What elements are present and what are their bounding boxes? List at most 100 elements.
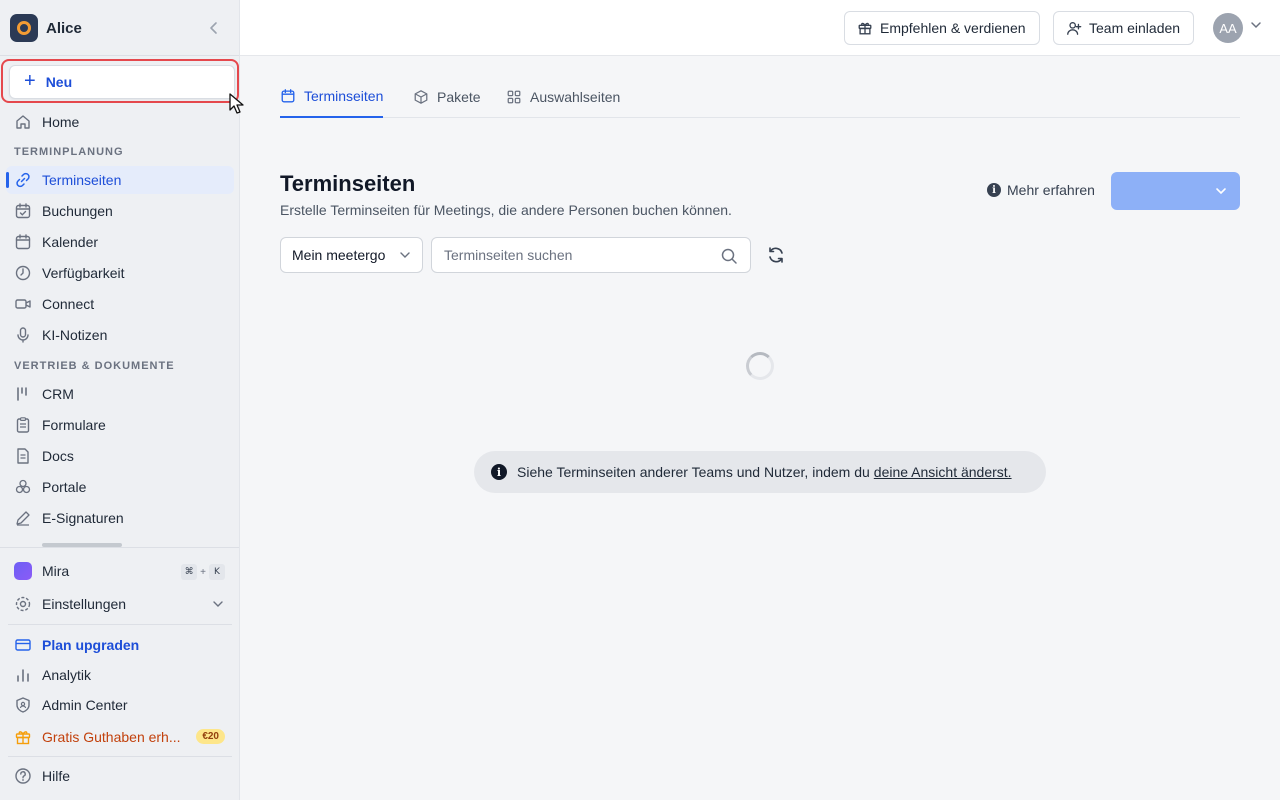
sidebar-item-label: Kalender <box>42 234 99 250</box>
plus-icon: + <box>24 70 36 92</box>
info-icon: i <box>491 464 507 480</box>
crm-icon <box>14 385 32 403</box>
tab-terminseiten[interactable]: Terminseiten <box>280 76 384 118</box>
chevron-down-icon <box>213 601 223 607</box>
sidebar-item-formulare[interactable]: Formulare <box>6 411 234 439</box>
document-icon <box>14 447 32 465</box>
sidebar-item-label: Terminseiten <box>42 172 122 188</box>
sidebar-item-label: KI-Notizen <box>42 327 108 343</box>
sidebar-item-label: Docs <box>42 448 74 464</box>
avatar[interactable]: AA <box>1213 13 1243 43</box>
calendar-icon <box>14 233 32 251</box>
workspace-switcher[interactable]: Alice <box>0 0 239 56</box>
workspace-name: Alice <box>46 19 82 37</box>
sidebar-item-ki-notizen[interactable]: KI-Notizen <box>6 321 234 349</box>
calendar-check-icon <box>14 202 32 220</box>
search-icon[interactable] <box>720 247 738 265</box>
new-button[interactable]: + Neu <box>9 65 235 99</box>
sidebar-item-einstellungen[interactable]: Einstellungen <box>6 590 234 618</box>
sidebar-item-home[interactable]: Home <box>6 108 234 136</box>
sidebar-item-label: Plan upgraden <box>42 637 140 653</box>
sidebar-item-portale[interactable]: Portale <box>6 473 234 501</box>
sidebar-item-label: Admin Center <box>42 697 128 713</box>
sidebar-item-label: Analytik <box>42 667 92 683</box>
sidebar-item-buchungen[interactable]: Buchungen <box>6 197 234 225</box>
new-button-highlight: + Neu <box>1 59 239 103</box>
video-icon <box>14 295 32 313</box>
gift-icon <box>14 728 32 746</box>
gift-icon <box>858 22 872 35</box>
sidebar-item-kalender[interactable]: Kalender <box>6 228 234 256</box>
sidebar-item-label: Home <box>42 114 80 130</box>
user-plus-icon <box>1067 22 1082 35</box>
sidebar-item-hilfe[interactable]: Hilfe <box>6 762 234 790</box>
search-input[interactable] <box>444 247 704 263</box>
tab-label: Terminseiten <box>304 88 384 104</box>
mira-shortcut: ⌘ + K <box>181 564 225 580</box>
credit-badge: €20 <box>196 729 225 744</box>
sidebar-item-terminseiten[interactable]: Terminseiten <box>6 166 234 194</box>
loading-spinner <box>746 352 774 380</box>
divider <box>8 756 232 757</box>
sidebar-item-e-signaturen[interactable]: E-Signaturen <box>6 504 234 532</box>
workspace-logo <box>10 14 38 42</box>
refresh-icon[interactable] <box>766 245 786 265</box>
sidebar-item-plan-upgraden[interactable]: Plan upgraden <box>6 631 234 659</box>
sidebar-item-label: Buchungen <box>42 203 113 219</box>
sidebar-item-label: CRM <box>42 386 74 402</box>
portal-icon <box>14 478 32 496</box>
chevron-down-icon[interactable] <box>1250 21 1262 29</box>
microphone-icon <box>14 326 32 344</box>
page-title: Terminseiten <box>280 171 416 196</box>
calendar-icon <box>281 89 295 103</box>
tab-pakete[interactable]: Pakete <box>413 76 481 118</box>
sidebar-item-admin-center[interactable]: Admin Center <box>6 691 234 719</box>
refer-button[interactable]: Empfehlen & verdienen <box>844 11 1040 45</box>
invite-team-button[interactable]: Team einladen <box>1053 11 1195 45</box>
new-button-label: Neu <box>45 74 73 90</box>
sidebar-item-docs[interactable]: Docs <box>6 442 234 470</box>
clock-icon <box>14 264 32 282</box>
package-icon <box>414 90 428 104</box>
learn-more-label: Mehr erfahren <box>1007 182 1095 198</box>
sidebar-item-label: Hilfe <box>42 768 71 784</box>
change-view-link[interactable]: deine Ansicht änderst. <box>874 464 1012 480</box>
home-icon <box>14 113 32 131</box>
view-notice: i Siehe Terminseiten anderer Teams und N… <box>474 451 1046 493</box>
grid-icon <box>507 90 521 104</box>
tab-bar: Terminseiten Pakete Auswahlseiten <box>280 76 1240 118</box>
tab-auswahlseiten[interactable]: Auswahlseiten <box>506 76 620 118</box>
sidebar-item-label: Portale <box>42 479 87 495</box>
sidebar-item-connect[interactable]: Connect <box>6 290 234 318</box>
info-icon: i <box>987 183 1001 197</box>
divider <box>0 547 239 548</box>
divider <box>0 55 239 56</box>
section-label-scheduling: TERMINPLANUNG <box>14 146 124 158</box>
sidebar: Alice + Neu Home TERMINPLANUNG Terminsei… <box>0 0 244 800</box>
credit-card-icon <box>14 636 32 654</box>
sidebar-item-label: Formulare <box>42 417 106 433</box>
sidebar-item-crm[interactable]: CRM <box>6 380 234 408</box>
section-label-sales: VERTRIEB & DOKUMENTE <box>14 360 175 372</box>
invite-team-label: Team einladen <box>1089 20 1181 36</box>
mira-icon <box>14 562 32 580</box>
chevron-down-icon <box>400 252 410 258</box>
sidebar-scroll-clip <box>0 539 239 547</box>
tab-label: Pakete <box>437 89 481 105</box>
collapse-sidebar-icon[interactable] <box>205 19 223 37</box>
learn-more-link[interactable]: i Mehr erfahren <box>987 182 1095 198</box>
divider <box>8 624 232 625</box>
owner-filter-select[interactable]: Mein meetergo <box>280 237 423 273</box>
sidebar-item-analytik[interactable]: Analytik <box>6 661 234 689</box>
pen-icon <box>14 509 32 527</box>
sidebar-item-verfuegbarkeit[interactable]: Verfügbarkeit <box>6 259 234 287</box>
sidebar-item-label: Connect <box>42 296 95 312</box>
bar-chart-icon <box>14 666 32 684</box>
refer-button-label: Empfehlen & verdienen <box>880 20 1026 36</box>
shield-icon <box>14 696 32 714</box>
chevron-down-icon <box>1216 188 1226 195</box>
create-button[interactable] <box>1111 172 1240 210</box>
top-bar: Empfehlen & verdienen Team einladen AA <box>240 0 1280 56</box>
sidebar-item-label: Einstellungen <box>42 596 127 612</box>
owner-filter-value: Mein meetergo <box>292 247 386 263</box>
